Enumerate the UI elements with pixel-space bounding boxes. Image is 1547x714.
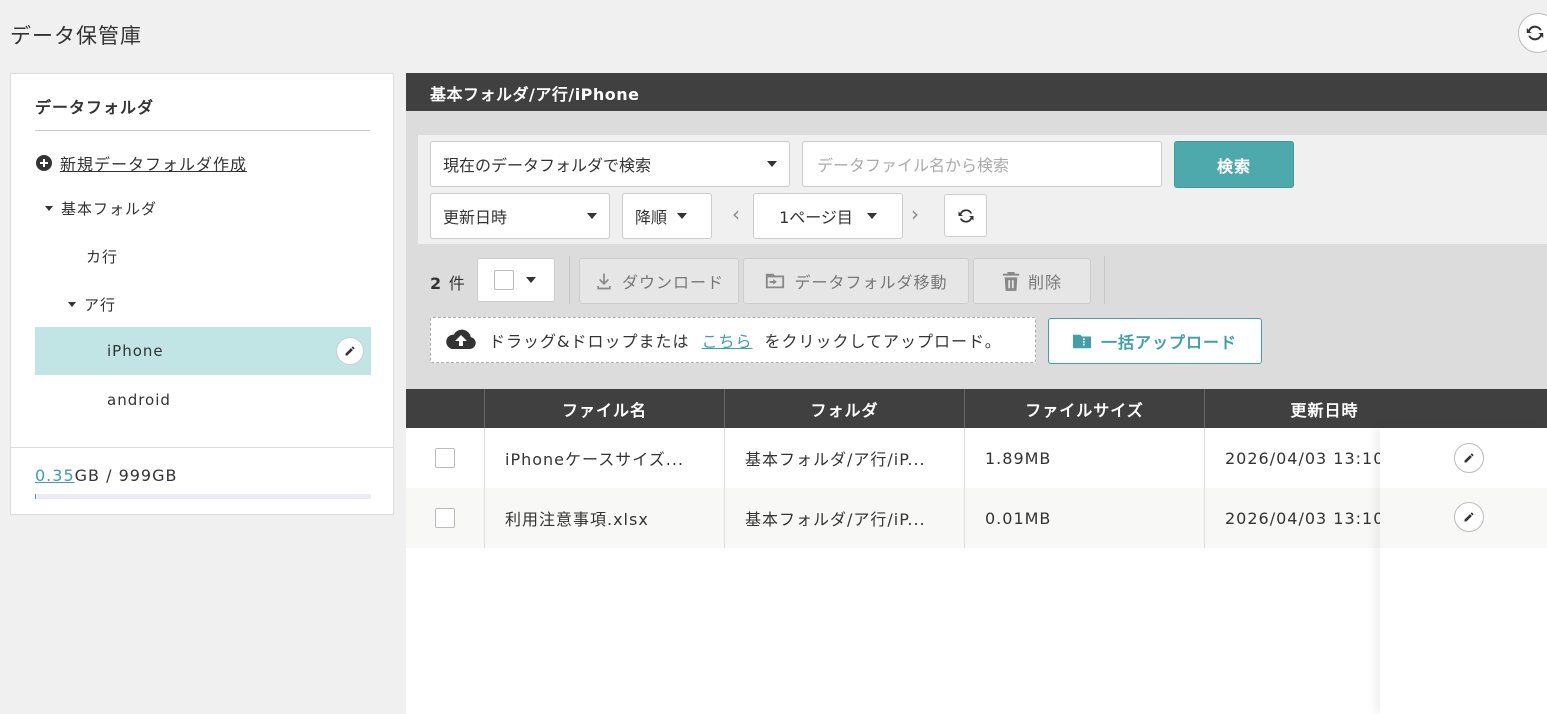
new-folder-link[interactable]: 新規データフォルダ作成 xyxy=(36,151,247,175)
folder-cell: 基本フォルダ/ア行/iP... xyxy=(724,488,964,548)
file-count: 2 件 xyxy=(430,270,466,294)
next-page-icon[interactable]: › xyxy=(911,202,919,226)
table-row[interactable]: 利用注意事項.xlsx 基本フォルダ/ア行/iP... 0.01MB 2026/… xyxy=(406,488,1547,548)
date-cell: 2026/04/03 13:10: xyxy=(1204,488,1380,548)
folder-sidebar: データフォルダ 新規データフォルダ作成 基本フォルダ カ行 ア行 iPhone … xyxy=(10,73,394,515)
delete-button[interactable]: 削除 xyxy=(973,258,1091,304)
storage-usage: 0.35GB / 999GB xyxy=(35,466,177,485)
row-checkbox-cell xyxy=(406,428,484,488)
button-label: 削除 xyxy=(1027,273,1062,292)
file-name-cell[interactable]: 利用注意事項.xlsx xyxy=(484,488,724,548)
refresh-button[interactable] xyxy=(1518,13,1547,53)
caret-down-icon[interactable] xyxy=(45,205,53,211)
download-button[interactable]: ダウンロード xyxy=(579,258,739,304)
button-label: ダウンロード xyxy=(621,273,724,292)
select-value: 降順 xyxy=(635,208,668,227)
pencil-icon xyxy=(1464,453,1474,463)
storage-bar xyxy=(35,494,371,499)
plus-circle-icon xyxy=(36,155,52,171)
dropdown-arrow-icon xyxy=(677,213,688,219)
button-label: 一括アップロード xyxy=(1100,333,1237,352)
sort-field-select[interactable]: 更新日時 xyxy=(430,193,610,239)
column-header[interactable]: ファイル名 xyxy=(484,389,724,428)
edit-file-button[interactable] xyxy=(1454,502,1484,532)
dropdown-arrow-icon xyxy=(587,213,597,219)
size-cell: 0.01MB xyxy=(964,488,1204,548)
tree-label: iPhone xyxy=(107,342,164,360)
table-row[interactable]: iPhoneケースサイズ... 基本フォルダ/ア行/iP... 1.89MB 2… xyxy=(406,428,1547,488)
select-value: 現在のデータフォルダで検索 xyxy=(443,156,652,175)
select-all-checkbox[interactable] xyxy=(494,270,514,290)
reload-list-button[interactable] xyxy=(944,194,987,237)
search-scope-select[interactable]: 現在のデータフォルダで検索 xyxy=(430,141,790,187)
pencil-icon xyxy=(1464,512,1474,522)
tree-item-android[interactable]: android xyxy=(107,376,171,424)
trash-icon xyxy=(1002,272,1020,291)
storage-used-link[interactable]: 0.35 xyxy=(35,466,75,485)
folder-move-icon xyxy=(766,273,785,289)
column-header[interactable]: 更新日時 xyxy=(1204,389,1444,428)
select-value: 1ページ目 xyxy=(779,208,853,227)
bulk-select-dropdown[interactable] xyxy=(477,258,555,302)
prev-page-icon[interactable]: ‹ xyxy=(732,202,740,226)
upload-dropzone[interactable]: ドラッグ&ドロップまたは こちら をクリックしてアップロード。 xyxy=(430,317,1036,363)
row-checkbox[interactable] xyxy=(435,448,455,468)
file-name-cell[interactable]: iPhoneケースサイズ... xyxy=(484,428,724,488)
new-folder-label: 新規データフォルダ作成 xyxy=(60,155,248,174)
tree-label: 基本フォルダ xyxy=(61,199,158,218)
button-label: データフォルダ移動 xyxy=(794,273,948,292)
edit-folder-button[interactable] xyxy=(336,337,364,365)
tree-label: カ行 xyxy=(86,247,119,266)
size-cell: 1.89MB xyxy=(964,428,1204,488)
move-folder-button[interactable]: データフォルダ移動 xyxy=(743,258,969,304)
divider xyxy=(11,447,393,448)
pencil-icon xyxy=(345,346,355,356)
upload-text: をクリックしてアップロード。 xyxy=(764,332,1002,351)
tree-item-a[interactable]: ア行 xyxy=(68,280,116,328)
download-icon xyxy=(597,273,611,290)
tree-item-basic-folder[interactable]: 基本フォルダ xyxy=(45,184,157,232)
column-header[interactable]: ファイルサイズ xyxy=(964,389,1204,428)
page-select[interactable]: 1ページ目 xyxy=(753,193,903,239)
tree-item-ka[interactable]: カ行 xyxy=(86,232,118,280)
sort-order-select[interactable]: 降順 xyxy=(622,193,712,239)
refresh-icon xyxy=(1526,25,1544,41)
date-cell: 2026/04/03 13:10: xyxy=(1204,428,1380,488)
tree-item-iphone[interactable]: iPhone xyxy=(35,327,371,375)
cloud-upload-icon xyxy=(446,329,476,349)
tree-label: ア行 xyxy=(84,295,117,314)
count-number: 2 xyxy=(430,274,443,293)
count-unit: 件 xyxy=(448,274,466,293)
edit-file-button[interactable] xyxy=(1454,443,1484,473)
dropdown-arrow-icon[interactable] xyxy=(526,277,536,283)
upload-text: ドラッグ&ドロップまたは xyxy=(489,332,690,351)
caret-down-icon[interactable] xyxy=(68,301,76,307)
search-input[interactable]: データファイル名から検索 xyxy=(802,141,1162,187)
folder-zip-icon xyxy=(1072,334,1091,349)
folder-path: 基本フォルダ/ア行/iPhone xyxy=(406,73,1547,111)
storage-total: GB / 999GB xyxy=(74,466,178,485)
dropdown-arrow-icon xyxy=(866,213,877,219)
select-value: 更新日時 xyxy=(443,208,508,227)
upload-click-link[interactable]: こちら xyxy=(701,328,752,352)
row-checkbox[interactable] xyxy=(435,508,455,528)
bulk-upload-button[interactable]: 一括アップロード xyxy=(1048,318,1262,364)
table-header: ファイル名 フォルダ ファイルサイズ 更新日時 xyxy=(406,389,1547,428)
search-button[interactable]: 検索 xyxy=(1174,141,1294,188)
dropdown-arrow-icon xyxy=(767,161,777,167)
sidebar-heading: データフォルダ xyxy=(35,94,370,131)
column-header[interactable]: フォルダ xyxy=(724,389,964,428)
page-title: データ保管庫 xyxy=(10,24,142,48)
divider xyxy=(1104,256,1105,304)
tree-label: android xyxy=(107,391,171,409)
folder-cell: 基本フォルダ/ア行/iP... xyxy=(724,428,964,488)
row-checkbox-cell xyxy=(406,488,484,548)
divider xyxy=(569,256,570,304)
refresh-icon xyxy=(958,208,973,223)
main-panel: 基本フォルダ/ア行/iPhone 現在のデータフォルダで検索 データファイル名か… xyxy=(406,73,1547,714)
